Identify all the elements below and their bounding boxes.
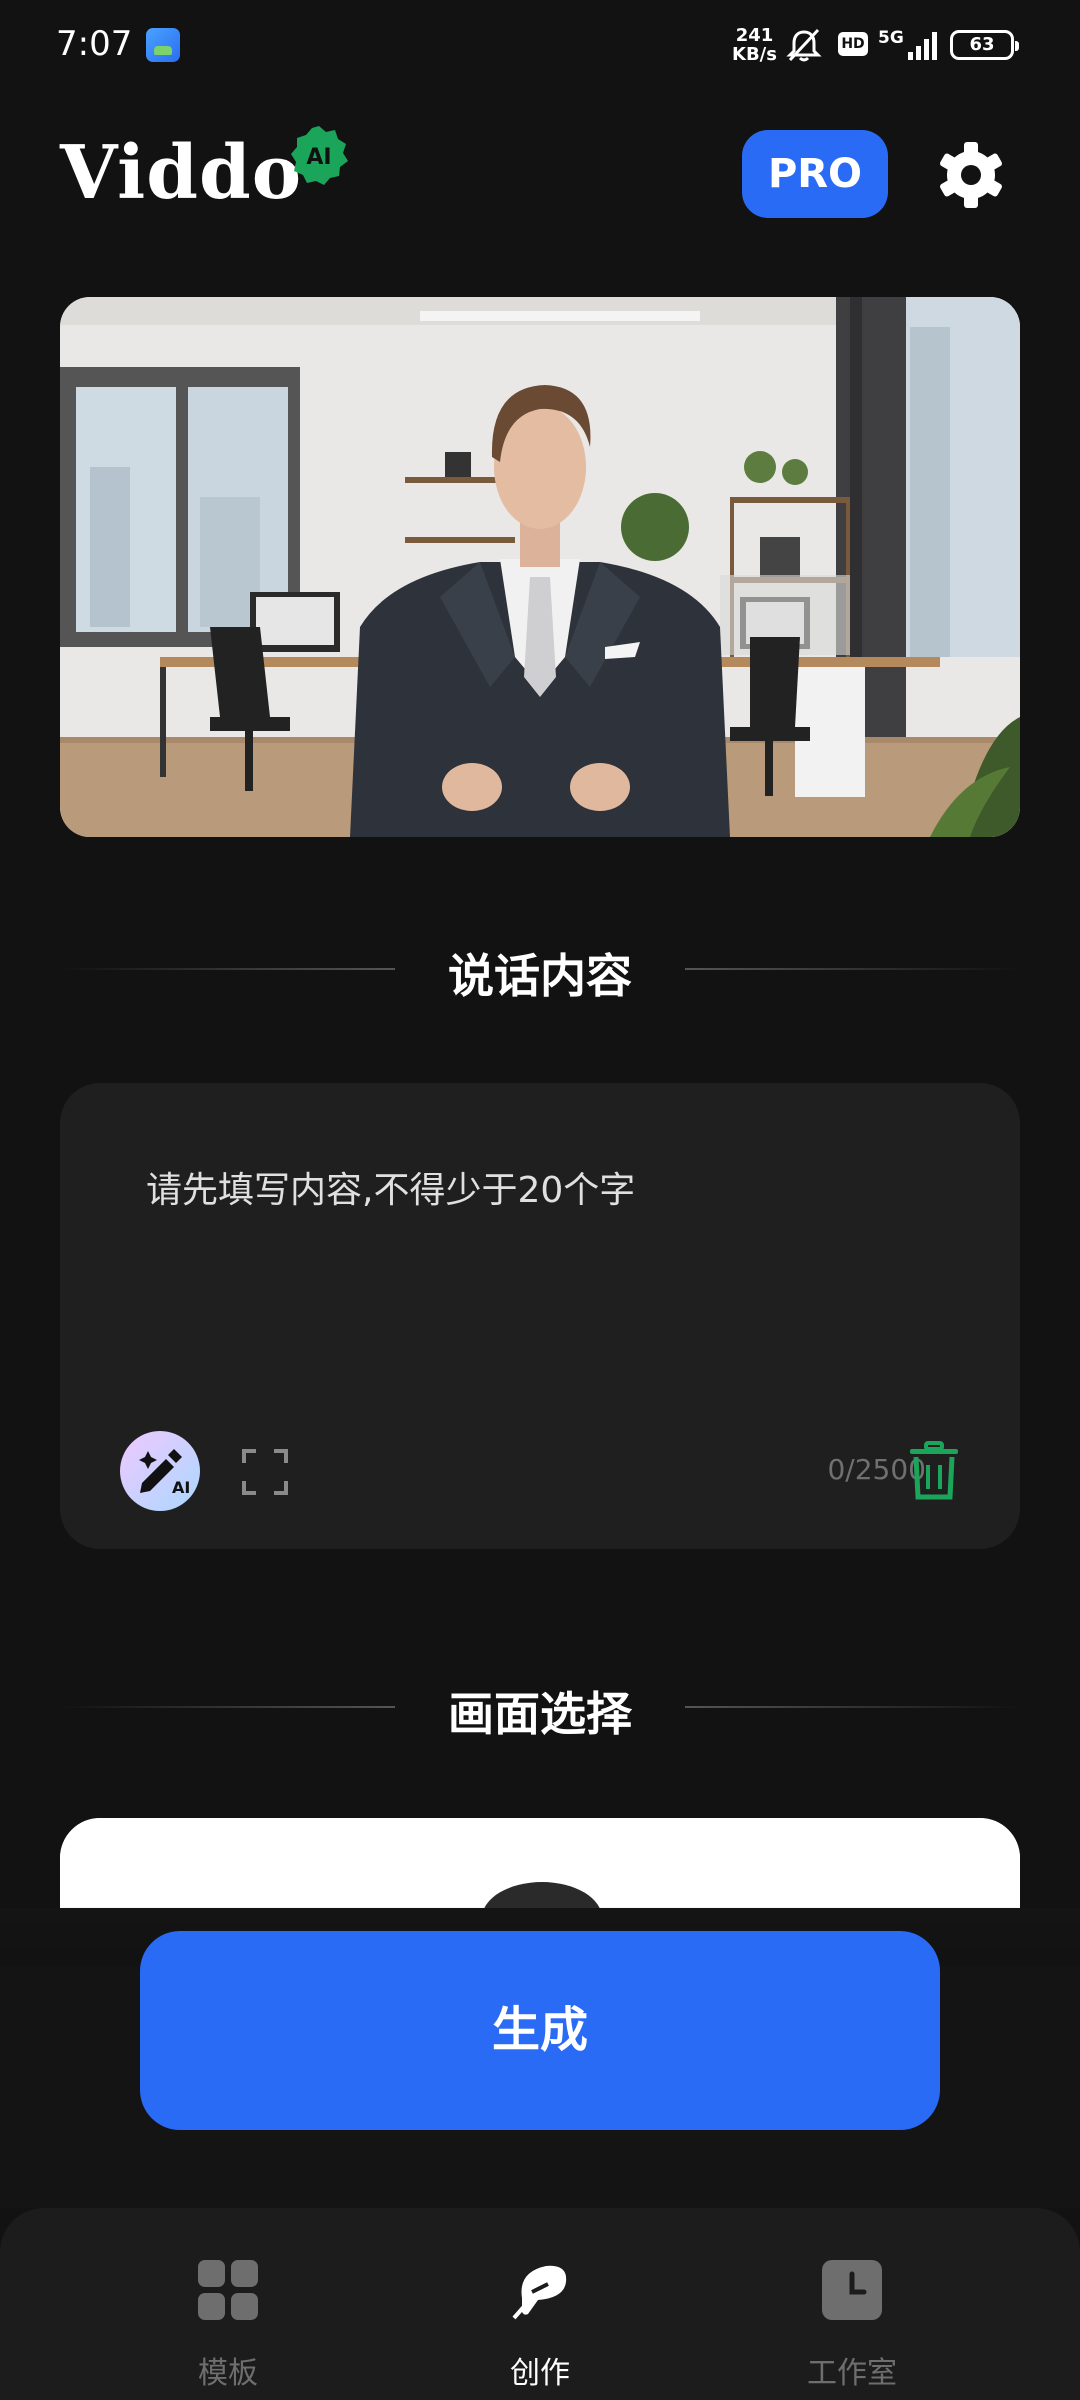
divider-right (685, 968, 1020, 970)
app-logo: Viddo (60, 130, 303, 216)
divider-left (60, 1706, 395, 1708)
gear-icon[interactable] (936, 140, 1006, 210)
character-counter: 0/2500 (827, 1453, 926, 1486)
trash-icon[interactable] (906, 1441, 962, 1501)
hd-indicator: HD (838, 32, 868, 56)
expand-icon[interactable] (240, 1447, 290, 1497)
pro-button[interactable]: PRO (742, 130, 888, 218)
avatar-preview-image (60, 297, 1020, 837)
nav-label-studio: 工作室 (807, 2356, 897, 2391)
grid-icon (198, 2260, 258, 2320)
network-speed-unit: KB/s (732, 44, 777, 65)
scene-selection-title: 画面选择 (448, 1687, 632, 1741)
nav-item-templates[interactable]: 模板 (108, 2208, 348, 2400)
magic-pen-icon: AI (139, 1449, 190, 1497)
gallery-app-icon (146, 28, 180, 62)
ai-badge-label: AI (306, 145, 331, 170)
nav-item-create[interactable]: 创作 (420, 2208, 660, 2400)
mute-bell-icon (786, 28, 822, 62)
signal-icon (908, 32, 937, 60)
nav-item-studio[interactable]: 工作室 (732, 2208, 972, 2400)
nav-label-templates: 模板 (198, 2356, 258, 2391)
speech-text-input[interactable] (146, 1161, 946, 1361)
speech-content-title: 说话内容 (448, 949, 632, 1003)
ai-badge: AI (291, 126, 348, 185)
network-speed: 241 KB/s (732, 26, 777, 64)
status-time: 7:07 (56, 24, 133, 64)
network-speed-value: 241 (735, 25, 774, 46)
ai-write-badge: AI (172, 1478, 190, 1497)
nav-label-create: 创作 (510, 2356, 570, 2391)
quill-icon (512, 2265, 567, 2320)
generate-button[interactable]: 生成 (140, 1931, 940, 2130)
ai-write-button[interactable]: AI (120, 1431, 200, 1511)
battery-indicator: 63 (950, 30, 1019, 60)
clock-icon (822, 2260, 882, 2320)
divider-right (685, 1706, 1020, 1708)
bottom-nav: 模板 创作 工作室 (0, 2208, 1080, 2400)
divider-left (60, 968, 395, 970)
speech-input-card: AI 0/2500 (60, 1083, 1020, 1549)
